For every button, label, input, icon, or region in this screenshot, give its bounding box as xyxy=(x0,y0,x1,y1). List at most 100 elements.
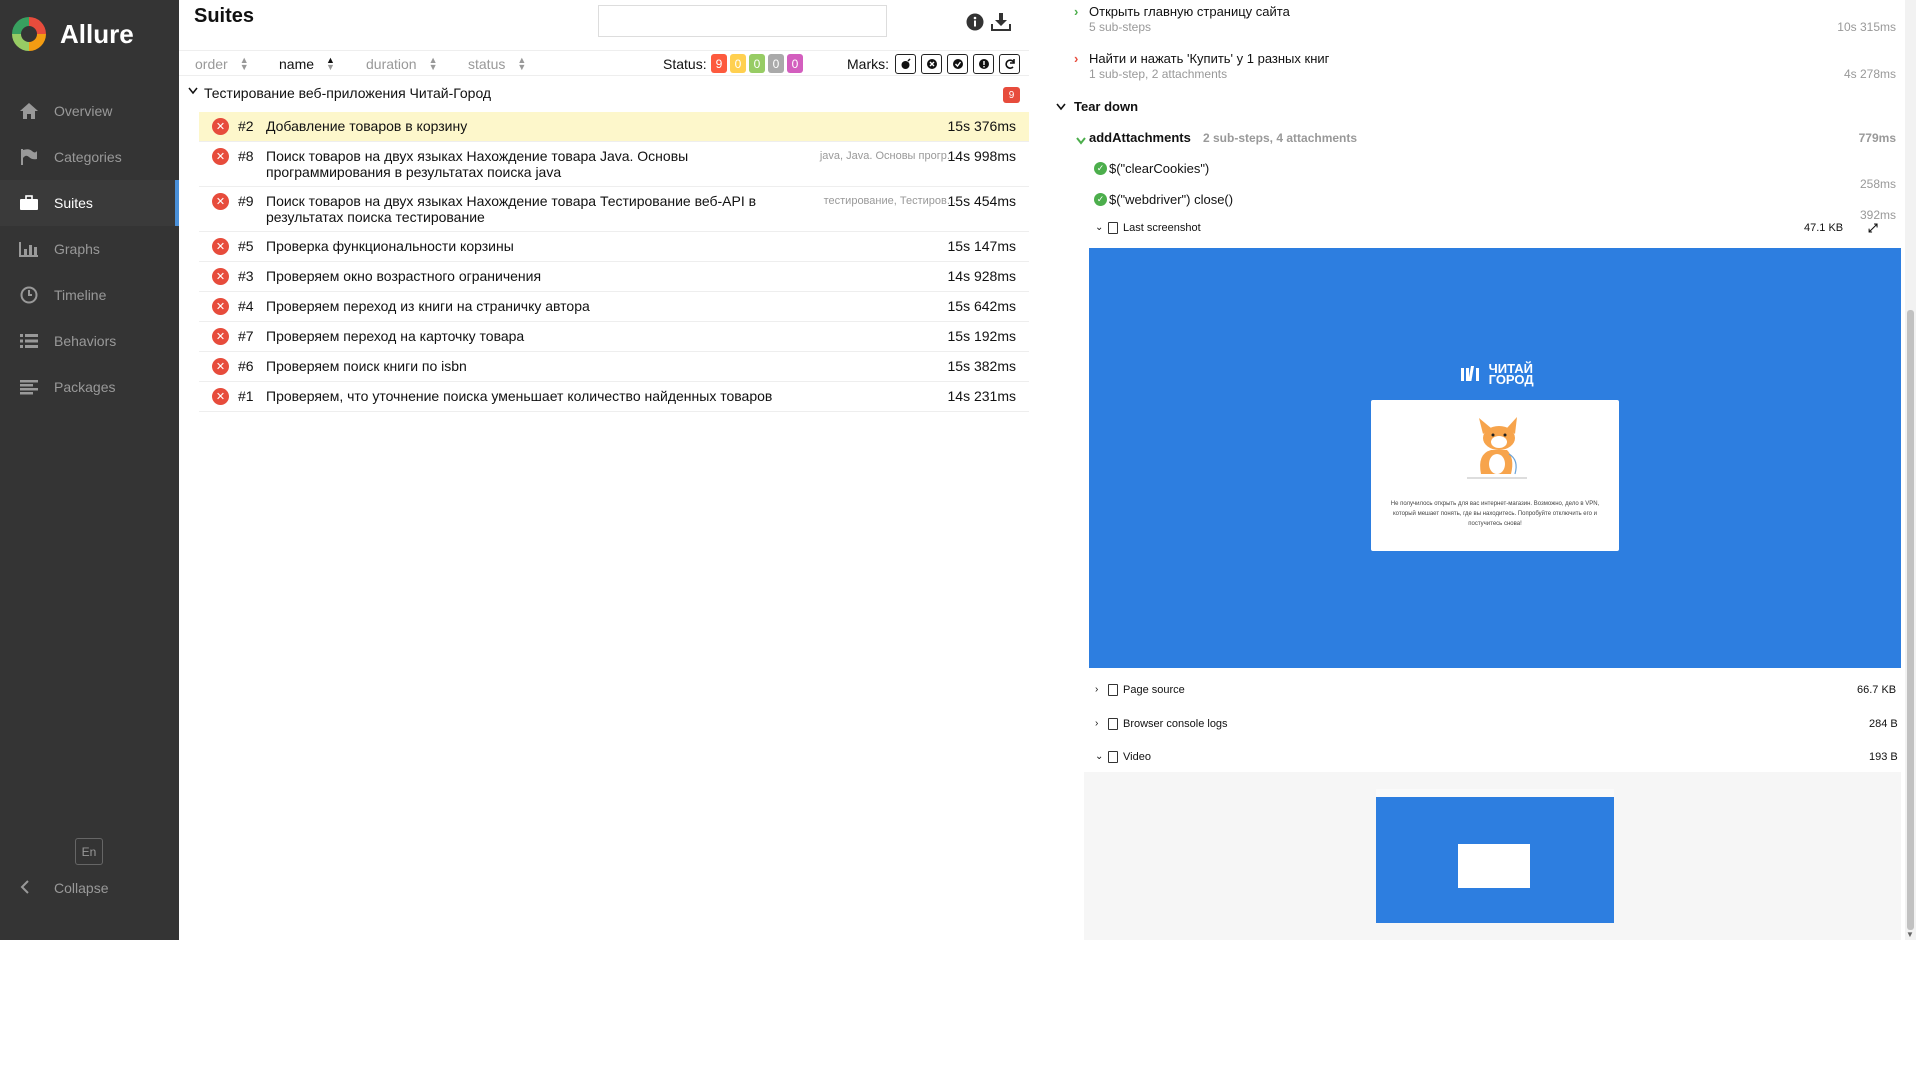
attachment-last-screenshot[interactable]: ⌄ Last screenshot 47.1 KB ⤢ xyxy=(1091,220,1916,240)
sort-icon: ▲ ▼ xyxy=(428,55,438,72)
test-duration: 15s 192ms xyxy=(947,328,1016,344)
test-row[interactable]: ✕ #1 Проверяем, что уточнение поиска умень… xyxy=(199,382,1029,412)
step-title: Открыть главную страницу сайта xyxy=(1089,4,1290,19)
collapse-button[interactable]: Collapse xyxy=(0,870,108,906)
substep-duration: 258ms xyxy=(1859,177,1896,191)
sort-icon: ▲ ▼ xyxy=(517,55,527,72)
sort-label: name xyxy=(279,56,315,72)
fixture-meta: 2 sub-steps, 4 attachments xyxy=(1203,131,1358,145)
fixture-add-attachments[interactable]: addAttachments 2 sub-steps, 4 attachment… xyxy=(1041,130,1896,150)
video-player[interactable] xyxy=(1376,789,1614,923)
sort-label: status xyxy=(468,56,506,72)
sidebar-item-label: Graphs xyxy=(54,241,100,257)
sort-duration[interactable]: duration ▲ ▼ xyxy=(366,55,438,73)
sidebar-item-graphs[interactable]: Graphs xyxy=(0,226,179,272)
sort-bar: order ▲ ▼ name ▲ ▼ duration ▲ ▼ status ▲ ▼ S… xyxy=(179,50,1029,76)
sort-status[interactable]: status ▲ ▼ xyxy=(468,55,527,73)
expand-icon[interactable]: ⤢ xyxy=(1868,221,1878,236)
sidebar-item-label: Packages xyxy=(54,379,116,395)
screenshot-preview[interactable]: ЧИТАЙ ГОРОД Не получилось открыть для ва… xyxy=(1089,248,1901,668)
fixture-name: addAttachments xyxy=(1089,130,1191,145)
test-row[interactable]: ✕ #9 Поиск товаров на двух языках Нахожден… xyxy=(199,187,1029,232)
test-number: #3 xyxy=(238,268,254,284)
new-failed-mark-icon[interactable] xyxy=(921,54,942,74)
brand[interactable]: Allure xyxy=(12,16,134,52)
test-number: #5 xyxy=(238,238,254,254)
marks-filter-label: Marks: xyxy=(847,56,889,72)
flaky-mark-icon[interactable] xyxy=(895,54,916,74)
sort-name[interactable]: name ▲ ▼ xyxy=(279,56,335,73)
scrollbar-thumb[interactable] xyxy=(1907,310,1914,930)
test-number: #7 xyxy=(238,328,254,344)
failed-status-icon: ✕ xyxy=(212,388,229,405)
chevron-down-icon xyxy=(188,86,198,98)
test-list: ✕ #2 Добавление товаров в корзину 15s 376ms… xyxy=(199,112,1029,412)
chevron-down-icon: ⌄ xyxy=(1095,222,1104,233)
test-row[interactable]: ✕ #7 Проверяем переход на карточку товара 1… xyxy=(199,322,1029,352)
logo-text: ЧИТАЙ ГОРОД xyxy=(1488,361,1534,387)
test-duration: 14s 998ms xyxy=(947,148,1016,164)
test-number: #9 xyxy=(238,193,254,209)
test-duration: 14s 928ms xyxy=(947,268,1016,284)
sidebar-item-packages[interactable]: Packages xyxy=(0,364,179,410)
test-row[interactable]: ✕ #5 Проверка функциональности корзины 15s … xyxy=(199,232,1029,262)
test-row[interactable]: ✕ #6 Проверяем поиск книги по isbn 15s 382m… xyxy=(199,352,1029,382)
test-row[interactable]: ✕ #2 Добавление товаров в корзину 15s 376ms xyxy=(199,112,1029,142)
test-row[interactable]: ✕ #3 Проверяем окно возрастного ограничени… xyxy=(199,262,1029,292)
step-title: Найти и нажать 'Купить' у 1 разных книг xyxy=(1089,51,1330,66)
substep-webdriver-close[interactable]: ✓ $("webdriver") close() 392ms xyxy=(1041,192,1896,222)
failed-status-icon: ✕ xyxy=(212,268,229,285)
status-failed-toggle[interactable]: 9 xyxy=(711,54,727,73)
step-find-buy[interactable]: › Найти и нажать 'Купить' у 1 разных кни… xyxy=(1041,51,1896,85)
failed-status-icon: ✕ xyxy=(212,238,229,255)
test-row[interactable]: ✕ #4 Проверяем переход из книги на странич… xyxy=(199,292,1029,322)
sort-label: order xyxy=(195,56,228,72)
status-broken-toggle[interactable]: 0 xyxy=(730,54,746,73)
sidebar-item-overview[interactable]: Overview xyxy=(0,88,179,134)
language-button[interactable]: En xyxy=(75,838,103,865)
sidebar-item-categories[interactable]: Categories xyxy=(0,134,179,180)
substep-clear-cookies[interactable]: ✓ $("clearCookies") 258ms xyxy=(1041,161,1896,191)
step-duration: 10s 315ms xyxy=(1837,20,1896,34)
test-name: Добавление товаров в корзину xyxy=(266,118,468,134)
attachment-size: 47.1 KB xyxy=(1804,222,1844,234)
attachment-browser-console-logs[interactable]: › Browser console logs 284 B ⤢ xyxy=(1091,716,1916,736)
test-duration: 15s 376ms xyxy=(947,118,1016,134)
flag-icon xyxy=(18,148,40,166)
teardown-title: Tear down xyxy=(1074,99,1139,114)
chevron-left-icon xyxy=(20,879,34,897)
chevron-down-icon: ⌄ xyxy=(1095,751,1104,762)
step-open-main-page[interactable]: › Открыть главную страницу сайта 5 sub-s… xyxy=(1041,4,1896,38)
new-passed-mark-icon[interactable] xyxy=(947,54,968,74)
info-icon[interactable] xyxy=(965,12,985,32)
teardown-header[interactable]: Tear down xyxy=(1056,99,1138,114)
search-input[interactable] xyxy=(598,5,887,37)
brand-name: Allure xyxy=(60,18,134,49)
test-number: #8 xyxy=(238,148,254,164)
chevron-down-icon xyxy=(1076,133,1086,148)
status-passed-toggle[interactable]: 0 xyxy=(749,54,765,73)
sort-order[interactable]: order ▲ ▼ xyxy=(195,56,249,73)
chevron-right-icon: › xyxy=(1074,51,1079,66)
test-duration: 15s 147ms xyxy=(947,238,1016,254)
status-skipped-toggle[interactable]: 0 xyxy=(768,54,784,73)
test-row[interactable]: ✕ #8 Поиск товаров на двух языках Нахожден… xyxy=(199,142,1029,187)
sidebar-item-timeline[interactable]: Timeline xyxy=(0,272,179,318)
retries-mark-icon[interactable] xyxy=(999,54,1020,74)
suite-group-row[interactable]: Тестирование веб-приложения Читай-Город … xyxy=(179,82,1029,106)
status-unknown-toggle[interactable]: 0 xyxy=(787,54,803,73)
new-broken-mark-icon[interactable] xyxy=(973,54,994,74)
attachment-video[interactable]: ⌄ Video 193 B ⤢ xyxy=(1091,749,1916,769)
test-tags: java, Java. Основы прогр... xyxy=(819,150,956,162)
failed-status-icon: ✕ xyxy=(212,328,229,345)
attachment-name: Browser console logs xyxy=(1123,718,1228,730)
attachment-page-source[interactable]: › Page source 66.7 KB ⤢ xyxy=(1091,682,1916,702)
download-icon[interactable] xyxy=(991,12,1011,32)
sidebar-item-suites[interactable]: Suites xyxy=(0,180,179,226)
scroll-down-icon[interactable]: ▼ xyxy=(1906,930,1914,939)
sidebar-item-behaviors[interactable]: Behaviors xyxy=(0,318,179,364)
test-name: Поиск товаров на двух языках Нахождение … xyxy=(266,148,689,180)
test-duration: 15s 454ms xyxy=(947,193,1016,209)
page-title: Suites xyxy=(194,5,255,27)
list-icon xyxy=(18,332,40,350)
